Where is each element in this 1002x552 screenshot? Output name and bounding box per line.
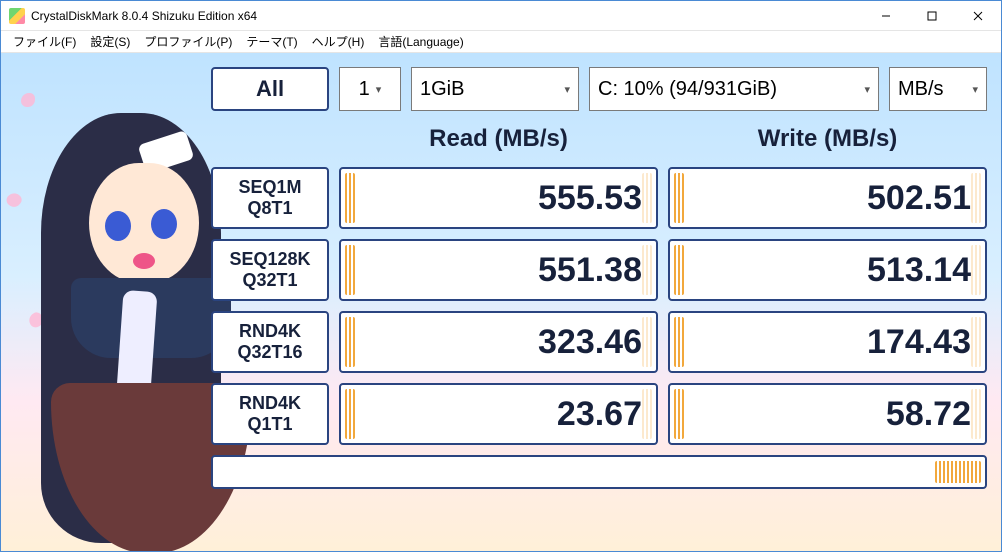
read-value-2: 323.46: [339, 311, 658, 373]
window-title: CrystalDiskMark 8.0.4 Shizuku Edition x6…: [31, 9, 863, 23]
menu-help[interactable]: ヘルプ(H): [306, 31, 371, 52]
window-buttons: [863, 1, 1001, 30]
write-text: 174.43: [867, 323, 971, 362]
menu-profile[interactable]: プロファイル(P): [138, 31, 238, 52]
test-row-0: SEQ1M Q8T1 555.53 502.51: [211, 167, 987, 229]
read-text: 323.46: [538, 323, 642, 362]
menubar: ファイル(F) 設定(S) プロファイル(P) テーマ(T) ヘルプ(H) 言語…: [1, 31, 1001, 53]
run-all-button[interactable]: All: [211, 67, 329, 111]
test-label-line1: RND4K: [239, 393, 301, 414]
chevron-down-icon: ▾: [864, 83, 870, 96]
status-bar: [211, 455, 987, 489]
write-text: 58.72: [886, 395, 971, 434]
write-value-3: 58.72: [668, 383, 987, 445]
read-text: 551.38: [538, 251, 642, 290]
test-button-rnd4k-q1t1[interactable]: RND4K Q1T1: [211, 383, 329, 445]
write-header: Write (MB/s): [668, 125, 987, 153]
test-label-line2: Q8T1: [247, 198, 292, 219]
test-count-select[interactable]: 1 ▾: [339, 67, 401, 111]
read-value-0: 555.53: [339, 167, 658, 229]
menu-settings[interactable]: 設定(S): [84, 31, 136, 52]
read-header: Read (MB/s): [339, 125, 658, 153]
test-label-line2: Q32T1: [242, 270, 297, 291]
test-count-value: 1: [359, 78, 370, 101]
read-value-1: 551.38: [339, 239, 658, 301]
menu-theme[interactable]: テーマ(T): [240, 31, 303, 52]
write-text: 502.51: [867, 179, 971, 218]
drive-value: C: 10% (94/931GiB): [598, 78, 777, 101]
read-text: 23.67: [557, 395, 642, 434]
read-text: 555.53: [538, 179, 642, 218]
menu-language[interactable]: 言語(Language): [372, 31, 469, 52]
header-row: Read (MB/s) Write (MB/s): [211, 121, 987, 157]
unit-value: MB/s: [898, 78, 944, 101]
write-value-1: 513.14: [668, 239, 987, 301]
drive-select[interactable]: C: 10% (94/931GiB) ▾: [589, 67, 879, 111]
write-value-0: 502.51: [668, 167, 987, 229]
test-button-seq1m-q8t1[interactable]: SEQ1M Q8T1: [211, 167, 329, 229]
benchmark-panel: All 1 ▾ 1GiB ▾ C: 10% (94/931GiB) ▾ MB/s…: [211, 67, 987, 537]
test-button-rnd4k-q32t16[interactable]: RND4K Q32T16: [211, 311, 329, 373]
test-label-line1: RND4K: [239, 321, 301, 342]
test-size-value: 1GiB: [420, 78, 464, 101]
write-text: 513.14: [867, 251, 971, 290]
controls-row: All 1 ▾ 1GiB ▾ C: 10% (94/931GiB) ▾ MB/s…: [211, 67, 987, 111]
write-value-2: 174.43: [668, 311, 987, 373]
app-icon: [9, 8, 25, 24]
menu-file[interactable]: ファイル(F): [7, 31, 82, 52]
test-row-3: RND4K Q1T1 23.67 58.72: [211, 383, 987, 445]
test-size-select[interactable]: 1GiB ▾: [411, 67, 579, 111]
test-label-line1: SEQ128K: [229, 249, 310, 270]
read-value-3: 23.67: [339, 383, 658, 445]
background-art: [1, 53, 211, 551]
chevron-down-icon: ▾: [376, 83, 382, 96]
test-label-line2: Q32T16: [237, 342, 302, 363]
test-label-line2: Q1T1: [247, 414, 292, 435]
maximize-button[interactable]: [909, 1, 955, 30]
test-label-line1: SEQ1M: [238, 177, 301, 198]
test-button-seq128k-q32t1[interactable]: SEQ128K Q32T1: [211, 239, 329, 301]
unit-select[interactable]: MB/s ▾: [889, 67, 987, 111]
chevron-down-icon: ▾: [564, 83, 570, 96]
close-button[interactable]: [955, 1, 1001, 30]
test-row-2: RND4K Q32T16 323.46 174.43: [211, 311, 987, 373]
chevron-down-icon: ▾: [972, 83, 978, 96]
minimize-button[interactable]: [863, 1, 909, 30]
client-area: All 1 ▾ 1GiB ▾ C: 10% (94/931GiB) ▾ MB/s…: [1, 53, 1001, 551]
titlebar: CrystalDiskMark 8.0.4 Shizuku Edition x6…: [1, 1, 1001, 31]
test-row-1: SEQ128K Q32T1 551.38 513.14: [211, 239, 987, 301]
